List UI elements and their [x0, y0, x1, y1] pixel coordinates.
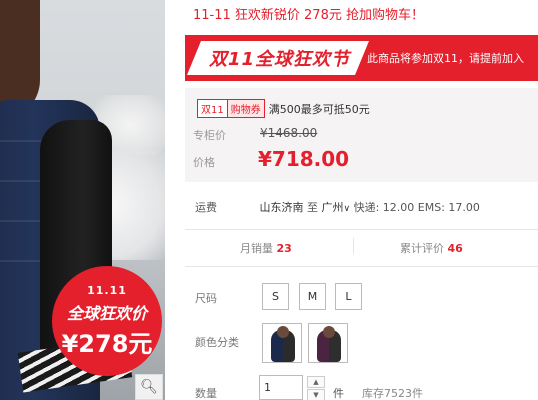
divider: [185, 229, 538, 230]
size-option-l[interactable]: L: [335, 283, 362, 310]
coupon-tag-double11: 双11: [197, 99, 228, 118]
swatch-head: [277, 326, 289, 338]
stock-count: 库存7523件: [362, 387, 423, 400]
quantity-increase-button[interactable]: ▲: [307, 376, 325, 388]
original-price-label: 专柜价: [193, 129, 226, 142]
stats-row: 月销量 23 累计评价 46: [185, 237, 538, 259]
double11-banner[interactable]: 双11全球狂欢节 此商品将参加双11，请提前加入: [185, 35, 538, 81]
quantity-unit: 件: [333, 387, 344, 400]
price-box: 双11 购物券 满500最多可抵50元 专柜价 ¥1468.00 价格 ¥718…: [185, 88, 538, 182]
total-reviews[interactable]: 累计评价 46: [400, 240, 463, 256]
product-page: 11.11 全球狂欢价 ¥278元 🔍︎ 11-11 狂欢新锐价 278元 抢加…: [0, 0, 538, 400]
shipping-origin: 山东济南: [259, 201, 304, 214]
total-reviews-value: 46: [447, 242, 463, 255]
stats-separator: [353, 238, 354, 254]
shipping-to: 至: [307, 201, 318, 214]
badge-title: 全球狂欢价: [66, 304, 147, 323]
coupon-text: 满500最多可抵50元: [268, 102, 370, 116]
coupon-row[interactable]: 双11 购物券 满500最多可抵50元: [197, 99, 370, 118]
destination-selector[interactable]: 广州∨: [322, 201, 351, 214]
quantity-input[interactable]: 1: [259, 375, 303, 400]
color-swatch-1[interactable]: [262, 323, 302, 363]
original-price: ¥1468.00: [260, 126, 318, 140]
monthly-sales: 月销量 23: [240, 240, 292, 256]
banner-note: 此商品将参加双11，请提前加入: [367, 52, 524, 65]
badge-price: ¥278元: [61, 330, 153, 358]
current-price: ¥718.00: [258, 147, 350, 171]
quantity-decrease-button[interactable]: ▼: [307, 389, 325, 400]
current-price-label: 价格: [193, 156, 215, 169]
divider: [185, 266, 538, 267]
coupon-tag-voucher: 购物券: [227, 99, 265, 118]
product-photo[interactable]: 11.11 全球狂欢价 ¥278元 🔍︎: [0, 0, 165, 400]
shipping-label: 运费: [195, 201, 217, 214]
double11-logo-text: 双11全球狂欢节: [209, 49, 351, 70]
destination-city: 广州: [321, 201, 344, 214]
promo-headline: 11-11 狂欢新锐价 278元 抢加购物车！: [193, 8, 424, 23]
chevron-down-icon: ∨: [343, 204, 351, 214]
color-label: 颜色分类: [195, 336, 239, 349]
monthly-sales-label: 月销量: [240, 242, 273, 255]
total-reviews-label: 累计评价: [400, 242, 444, 255]
badge-date: 11.11: [87, 284, 127, 297]
shipping-rates: 快递: 12.00 EMS: 17.00: [353, 201, 480, 214]
shipping-row: 运费 山东济南 至 广州∨ 快递: 12.00 EMS: 17.00: [195, 199, 538, 215]
swatch-head: [323, 326, 335, 338]
color-swatch-2[interactable]: [308, 323, 348, 363]
size-label: 尺码: [195, 292, 217, 305]
quantity-label: 数量: [195, 387, 217, 400]
size-option-s[interactable]: S: [262, 283, 289, 310]
magnifier-icon[interactable]: 🔍︎: [135, 374, 163, 400]
sale-price-badge: 11.11 全球狂欢价 ¥278元: [52, 266, 162, 376]
monthly-sales-value: 23: [276, 242, 292, 255]
size-option-m[interactable]: M: [299, 283, 326, 310]
